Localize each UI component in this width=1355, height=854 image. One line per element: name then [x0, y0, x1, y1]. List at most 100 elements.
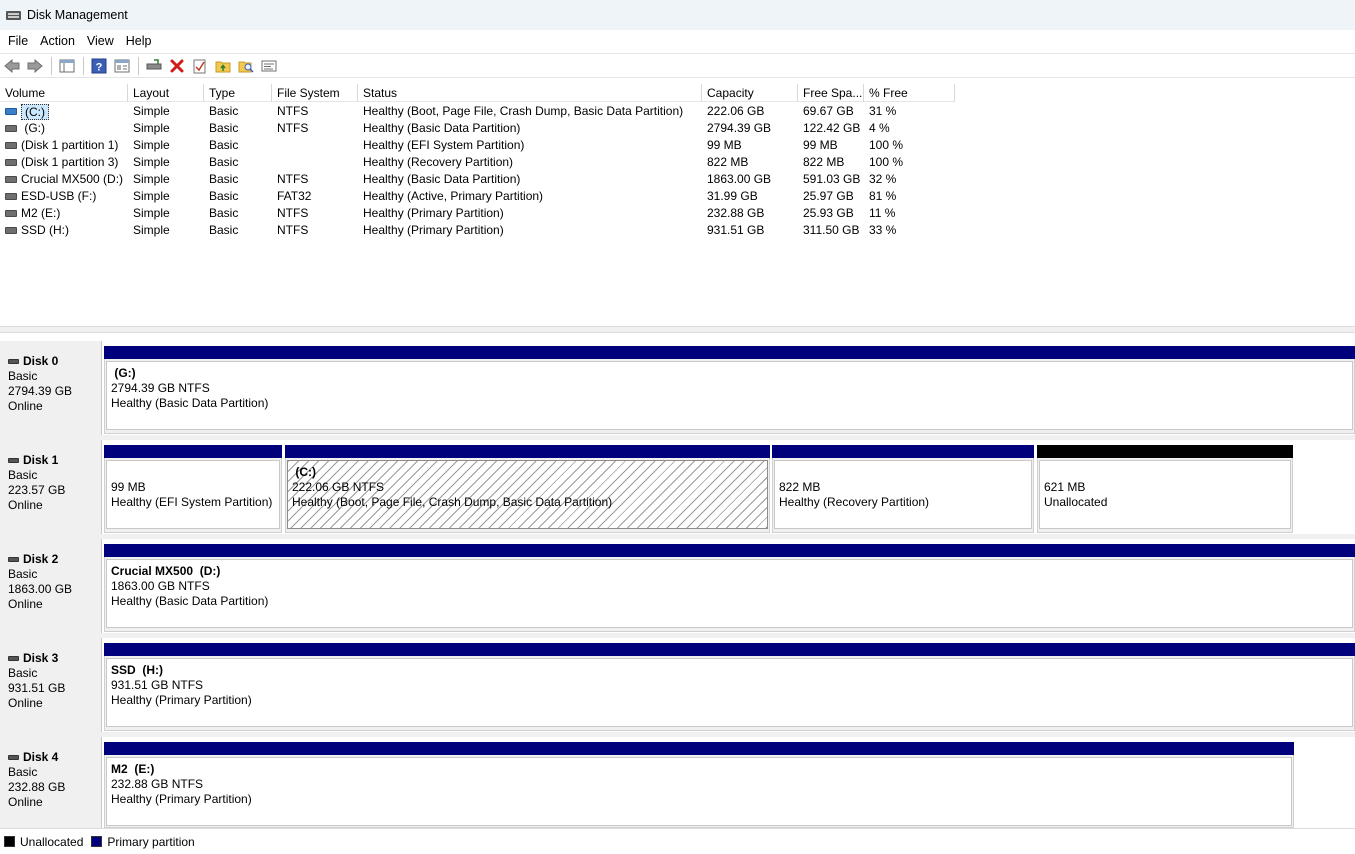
- partition-h[interactable]: SSD (H:) 931.51 GB NTFS Healthy (Primary…: [104, 643, 1355, 731]
- partition-bar: [104, 346, 1355, 359]
- disk-icon: [8, 557, 19, 562]
- drive-icon: [5, 142, 17, 149]
- console-tree-icon[interactable]: [57, 56, 77, 76]
- settings-icon[interactable]: [259, 56, 279, 76]
- legend: Unallocated Primary partition: [0, 828, 1355, 854]
- partition-status: Healthy (Basic Data Partition): [111, 594, 269, 608]
- table-row[interactable]: M2 (E:) Simple Basic NTFS Healthy (Prima…: [0, 205, 1355, 222]
- table-row[interactable]: (G:) Simple Basic NTFS Healthy (Basic Da…: [0, 120, 1355, 137]
- table-row[interactable]: (C:) Simple Basic NTFS Healthy (Boot, Pa…: [0, 103, 1355, 120]
- volume-name: (G:): [21, 121, 45, 135]
- back-icon[interactable]: [2, 56, 22, 76]
- table-row[interactable]: (Disk 1 partition 1) Simple Basic Health…: [0, 137, 1355, 154]
- disk-title: Disk 0: [23, 354, 59, 368]
- check-icon[interactable]: [190, 56, 210, 76]
- partition-d[interactable]: Crucial MX500 (D:) 1863.00 GB NTFS Healt…: [104, 544, 1355, 632]
- menu-help[interactable]: Help: [120, 34, 158, 48]
- menu-file[interactable]: File: [2, 34, 34, 48]
- partition-body: Crucial MX500 (D:) 1863.00 GB NTFS Healt…: [106, 559, 1353, 628]
- file-system-cell: NTFS: [277, 206, 309, 220]
- partition-bar: [104, 643, 1355, 656]
- percent-free-cell: 33 %: [869, 223, 897, 237]
- volume-cell: SSD (H:): [0, 222, 128, 239]
- free-space-cell: 311.50 GB: [803, 223, 860, 237]
- disk-name: Disk 0: [8, 354, 101, 369]
- legend-unallocated-swatch: [4, 836, 15, 847]
- partition-name: (C:): [292, 465, 316, 479]
- layout-cell: Simple: [133, 121, 170, 135]
- free-space-cell: 25.93 GB: [803, 206, 854, 220]
- column-header-capacity[interactable]: Capacity: [702, 84, 798, 102]
- disk-state: Online: [8, 795, 43, 809]
- column-header-percent-free[interactable]: % Free: [864, 84, 955, 102]
- table-row[interactable]: Crucial MX500 (D:) Simple Basic NTFS Hea…: [0, 171, 1355, 188]
- column-header-file-system[interactable]: File System: [272, 84, 358, 102]
- table-row[interactable]: SSD (H:) Simple Basic NTFS Healthy (Prim…: [0, 222, 1355, 239]
- disk-icon: [8, 359, 19, 364]
- disk-2-label[interactable]: Disk 2 Basic 1863.00 GB Online: [0, 539, 102, 636]
- delete-icon[interactable]: [167, 56, 187, 76]
- disk-3-label[interactable]: Disk 3 Basic 931.51 GB Online: [0, 638, 102, 735]
- connect-disk-icon[interactable]: [144, 56, 164, 76]
- disk-gap: [0, 534, 1355, 539]
- disk-1-label[interactable]: Disk 1 Basic 223.57 GB Online: [0, 440, 102, 537]
- partition-size: 1863.00 GB NTFS: [111, 579, 210, 593]
- partition-g[interactable]: (G:) 2794.39 GB NTFS Healthy (Basic Data…: [104, 346, 1355, 434]
- disk-title: Disk 4: [23, 750, 59, 764]
- partition-status: Healthy (Basic Data Partition): [111, 396, 269, 410]
- table-row[interactable]: (Disk 1 partition 3) Simple Basic Health…: [0, 154, 1355, 171]
- layout-cell: Simple: [133, 172, 170, 186]
- column-header-volume[interactable]: Volume: [0, 84, 128, 102]
- partition-status: Unallocated: [1044, 495, 1108, 509]
- column-header-type[interactable]: Type: [204, 84, 272, 102]
- column-header-status[interactable]: Status: [358, 84, 702, 102]
- volume-name: Crucial MX500 (D:): [21, 172, 124, 186]
- window-title: Disk Management: [27, 8, 128, 22]
- toolbar-separator: [83, 56, 84, 75]
- partition-recovery[interactable]: 822 MB Healthy (Recovery Partition): [772, 445, 1034, 533]
- layout-cell: Simple: [133, 206, 170, 220]
- capacity-cell: 1863.00 GB: [707, 172, 772, 186]
- capacity-cell: 2794.39 GB: [707, 121, 772, 135]
- partition-unallocated[interactable]: 621 MB Unallocated: [1037, 445, 1293, 533]
- file-system-cell: [272, 154, 358, 171]
- disk-state: Online: [8, 597, 43, 611]
- free-space-cell: 122.42 GB: [803, 121, 861, 135]
- column-header-free-space[interactable]: Free Spa...: [798, 84, 864, 102]
- menu-action[interactable]: Action: [34, 34, 81, 48]
- disk-4-label[interactable]: Disk 4 Basic 232.88 GB Online: [0, 737, 102, 828]
- partition-e[interactable]: M2 (E:) 232.88 GB NTFS Healthy (Primary …: [104, 742, 1294, 828]
- help-icon[interactable]: ?: [89, 56, 109, 76]
- partition-size: 99 MB: [111, 480, 146, 494]
- disk-type: Basic: [8, 765, 38, 779]
- type-cell: Basic: [209, 189, 239, 203]
- properties-view-icon[interactable]: [112, 56, 132, 76]
- partition-efi[interactable]: 99 MB Healthy (EFI System Partition): [104, 445, 282, 533]
- folder-up-icon[interactable]: [213, 56, 233, 76]
- column-header-layout[interactable]: Layout: [128, 84, 204, 102]
- volume-cell: (G:): [0, 120, 128, 137]
- menu-view[interactable]: View: [81, 34, 120, 48]
- disk-0-label[interactable]: Disk 0 Basic 2794.39 GB Online: [0, 341, 102, 438]
- capacity-cell: 822 MB: [707, 155, 749, 169]
- disk-type: Basic: [8, 567, 38, 581]
- status-cell: Healthy (Basic Data Partition): [363, 172, 521, 186]
- volume-name: (C:): [21, 103, 49, 120]
- pane-splitter[interactable]: [0, 326, 1355, 333]
- file-system-cell: NTFS: [277, 104, 309, 118]
- partition-size: 931.51 GB NTFS: [111, 678, 204, 692]
- forward-icon[interactable]: [25, 56, 45, 76]
- volume-name: (Disk 1 partition 3): [21, 155, 119, 169]
- volume-cell: (C:): [0, 103, 128, 120]
- find-icon[interactable]: [236, 56, 256, 76]
- partition-c[interactable]: (C:) 222.06 GB NTFS Healthy (Boot, Page …: [285, 445, 770, 533]
- disk-name: Disk 2: [8, 552, 101, 567]
- disk-icon: [8, 755, 19, 760]
- table-row[interactable]: ESD-USB (F:) Simple Basic FAT32 Healthy …: [0, 188, 1355, 205]
- legend-primary-swatch: [91, 836, 103, 847]
- drive-icon: [5, 210, 17, 217]
- drive-icon: [5, 193, 17, 200]
- volume-cell: (Disk 1 partition 1): [0, 137, 128, 154]
- disk-title: Disk 2: [23, 552, 59, 566]
- percent-free-cell: 100 %: [869, 155, 904, 169]
